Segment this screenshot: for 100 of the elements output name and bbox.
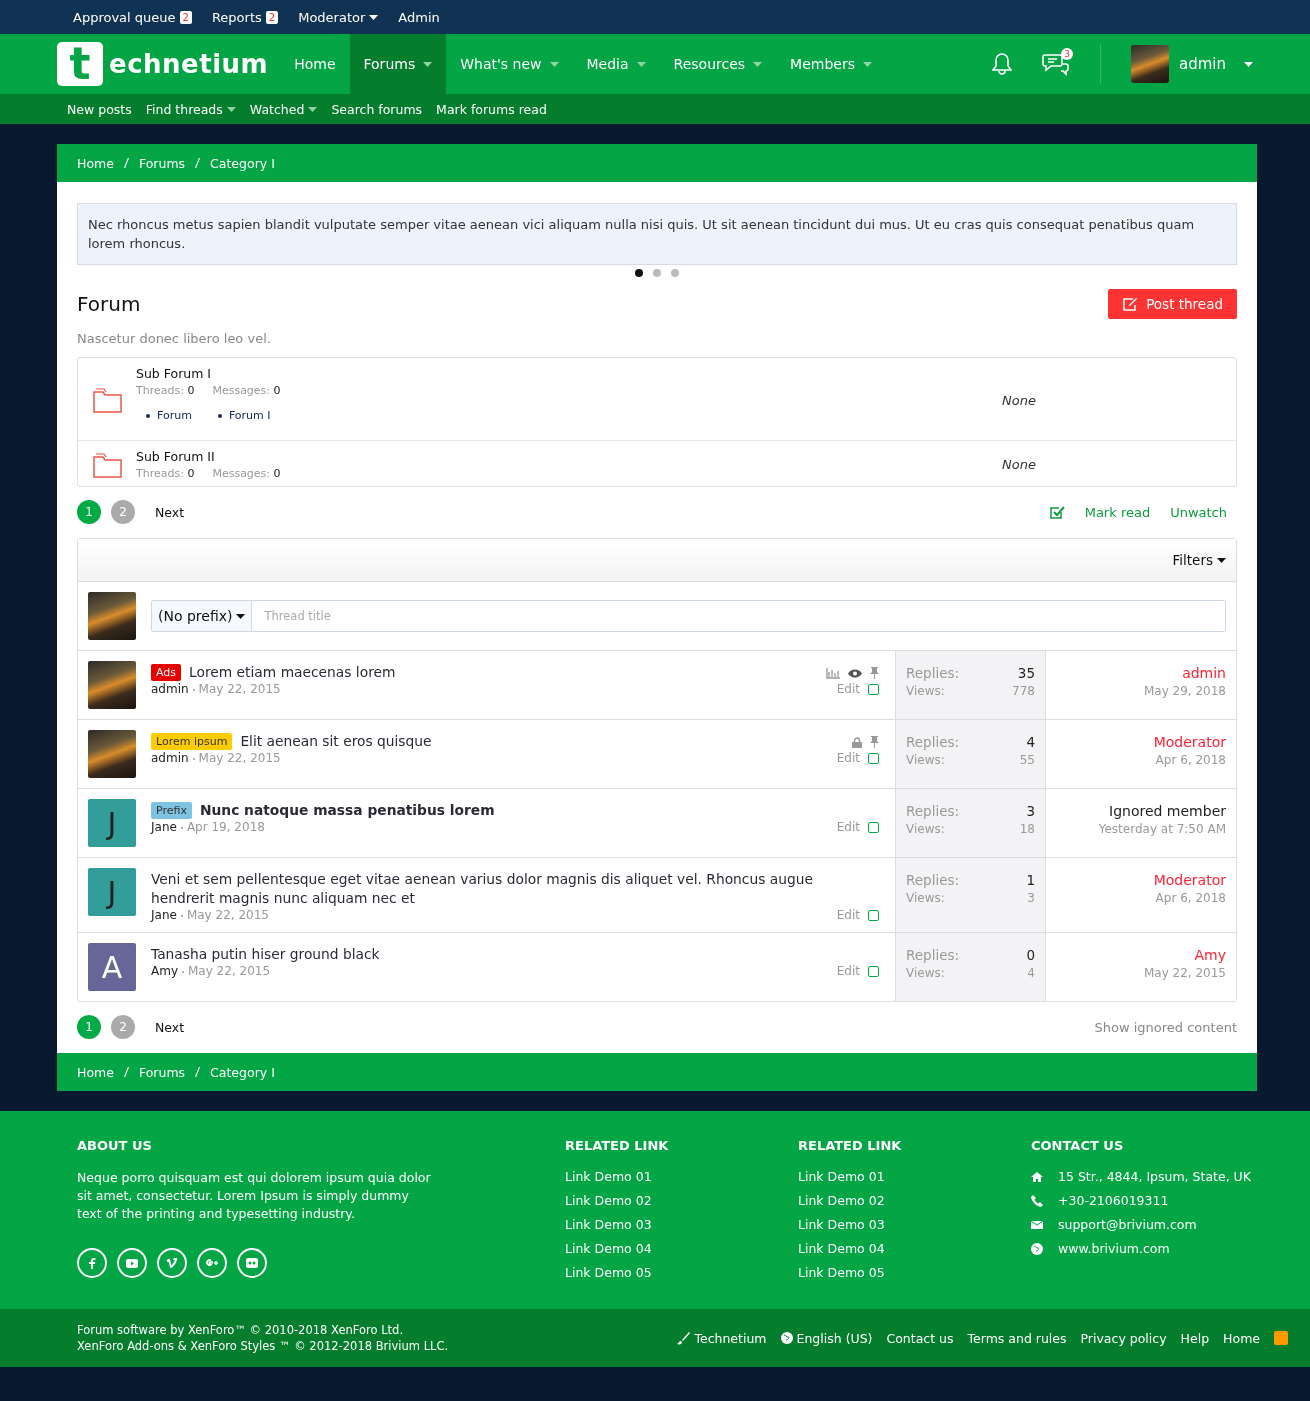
- show-ignored-link[interactable]: Show ignored content: [1094, 1019, 1237, 1035]
- logo-text[interactable]: echnetium: [109, 49, 269, 79]
- staff-link[interactable]: Approval queue 2: [73, 9, 192, 25]
- select-checkbox[interactable]: [868, 752, 879, 764]
- subnav-link[interactable]: New posts: [67, 101, 132, 117]
- edit-link[interactable]: Edit: [836, 964, 860, 978]
- thread-title[interactable]: Lorem etiam maecenas lorem: [189, 663, 396, 682]
- subnav-link[interactable]: Search forums: [331, 101, 423, 117]
- video-icon[interactable]: [117, 1248, 147, 1278]
- staff-link[interactable]: Moderator: [298, 9, 379, 25]
- username[interactable]: admin: [1179, 55, 1226, 73]
- footer-link[interactable]: Link Demo 03: [798, 1217, 1031, 1233]
- subforum-title[interactable]: Sub Forum I: [136, 366, 1002, 381]
- avatar-photo[interactable]: [1131, 45, 1169, 83]
- footer-link[interactable]: Link Demo 04: [798, 1241, 1031, 1257]
- action-link[interactable]: Unwatch: [1170, 504, 1227, 520]
- logo-mark[interactable]: t: [57, 42, 103, 86]
- avatar-photo[interactable]: [88, 661, 136, 709]
- caret-icon: [236, 613, 246, 619]
- thread-title-field[interactable]: (No prefix) Thread title: [151, 600, 1226, 632]
- subnav-link[interactable]: Mark forums read: [436, 101, 547, 117]
- thread-title[interactable]: Tanasha putin hiser ground black: [151, 945, 380, 964]
- breadcrumb-link[interactable]: Category I: [210, 1064, 275, 1080]
- letter-avatar[interactable]: J: [88, 799, 136, 847]
- letter-avatar[interactable]: J: [88, 868, 136, 916]
- chat-bubbles-icon[interactable]: [1042, 52, 1070, 76]
- subnav-link[interactable]: Find threads: [145, 101, 236, 117]
- page-button[interactable]: 2: [111, 1015, 135, 1039]
- carousel-dot[interactable]: [653, 269, 661, 277]
- post-thread-button[interactable]: Post thread: [1108, 289, 1237, 319]
- page-button[interactable]: 1: [77, 500, 101, 524]
- nav-tab[interactable]: Media: [572, 34, 660, 94]
- nav-tab[interactable]: Home: [280, 34, 350, 94]
- footer-link[interactable]: Contact us: [886, 1330, 954, 1346]
- page-button[interactable]: 1: [77, 1015, 101, 1039]
- carousel-dot[interactable]: [635, 269, 643, 277]
- subforum-link[interactable]: Forum: [146, 409, 192, 422]
- footer-link[interactable]: Link Demo 01: [798, 1169, 1031, 1185]
- footer-link[interactable]: Link Demo 03: [565, 1217, 798, 1233]
- breadcrumb-link[interactable]: Category I: [210, 155, 275, 171]
- edit-link[interactable]: Edit: [836, 820, 860, 834]
- footer-link[interactable]: Privacy policy: [1080, 1330, 1167, 1346]
- dots-icon[interactable]: [237, 1248, 267, 1278]
- subforum-title[interactable]: Sub Forum II: [136, 449, 1002, 464]
- breadcrumb-link[interactable]: Home: [77, 1064, 114, 1080]
- thread-title[interactable]: Veni et sem pellentesque eget vitae aenean varius dolor magnis dis aliquet vel. Rhoncus augue hendrerit magnis nunc aliquam nec et: [151, 870, 871, 908]
- message-count: Messages: 0: [212, 384, 281, 397]
- envelope-icon: [1031, 1219, 1043, 1231]
- select-checkbox[interactable]: [868, 683, 879, 695]
- footer-link[interactable]: Help: [1180, 1330, 1210, 1346]
- footer-link[interactable]: Terms and rules: [967, 1330, 1067, 1346]
- last-poster[interactable]: Moderator: [1056, 734, 1226, 750]
- vimeo-icon[interactable]: [157, 1248, 187, 1278]
- footer-link[interactable]: Home: [1223, 1330, 1260, 1346]
- letter-avatar[interactable]: A: [88, 943, 136, 991]
- edit-link[interactable]: Edit: [836, 751, 860, 765]
- caret-icon: [369, 14, 379, 20]
- footer-link[interactable]: Link Demo 05: [565, 1265, 798, 1281]
- footer-link[interactable]: English (US): [780, 1330, 873, 1346]
- last-poster[interactable]: Ignored member: [1056, 803, 1226, 819]
- breadcrumb-link[interactable]: Forums: [138, 155, 186, 171]
- subforum-link[interactable]: Forum I: [217, 409, 271, 422]
- thread-title[interactable]: Nunc natoque massa penatibus lorem: [199, 801, 495, 820]
- google-plus-icon[interactable]: [197, 1248, 227, 1278]
- action-link[interactable]: Mark read: [1084, 504, 1151, 520]
- next-link[interactable]: Next: [155, 504, 185, 520]
- page-button[interactable]: 2: [111, 500, 135, 524]
- edit-link[interactable]: Edit: [836, 908, 860, 922]
- avatar-photo[interactable]: [88, 730, 136, 778]
- last-poster[interactable]: Moderator: [1056, 872, 1226, 888]
- last-post-date: May 22, 2015: [1142, 966, 1226, 980]
- footer-link[interactable]: Link Demo 05: [798, 1265, 1031, 1281]
- staff-link[interactable]: Admin: [398, 9, 440, 25]
- nav-tab[interactable]: Forums: [349, 34, 447, 94]
- nav-tab[interactable]: What's new: [446, 34, 573, 94]
- select-checkbox[interactable]: [868, 909, 879, 921]
- footer-link[interactable]: Link Demo 02: [798, 1193, 1031, 1209]
- last-poster[interactable]: admin: [1056, 665, 1226, 681]
- footer-link[interactable]: Link Demo 01: [565, 1169, 798, 1185]
- nav-tab[interactable]: Members: [776, 34, 886, 94]
- bell-icon[interactable]: [992, 53, 1012, 75]
- filters-menu[interactable]: Filters: [1172, 552, 1226, 568]
- subnav-link[interactable]: Watched: [249, 101, 318, 117]
- replies-label: Replies:: [906, 734, 960, 750]
- footer-link[interactable]: Link Demo 04: [565, 1241, 798, 1257]
- staff-link[interactable]: Reports 2: [211, 9, 279, 25]
- count-badge: 2: [265, 10, 279, 24]
- select-checkbox[interactable]: [868, 965, 879, 977]
- last-poster[interactable]: Amy: [1056, 947, 1226, 963]
- thread-title[interactable]: Elit aenean sit eros quisque: [240, 732, 432, 751]
- nav-tab[interactable]: Resources: [659, 34, 777, 94]
- breadcrumb-link[interactable]: Home: [77, 155, 114, 171]
- edit-link[interactable]: Edit: [836, 682, 860, 696]
- select-checkbox[interactable]: [868, 821, 879, 833]
- next-link[interactable]: Next: [155, 1019, 185, 1035]
- carousel-dot[interactable]: [671, 269, 679, 277]
- footer-link[interactable]: Link Demo 02: [565, 1193, 798, 1209]
- breadcrumb-link[interactable]: Forums: [138, 1064, 186, 1080]
- facebook-icon[interactable]: [77, 1248, 107, 1278]
- footer-link[interactable]: Technetium: [677, 1330, 767, 1346]
